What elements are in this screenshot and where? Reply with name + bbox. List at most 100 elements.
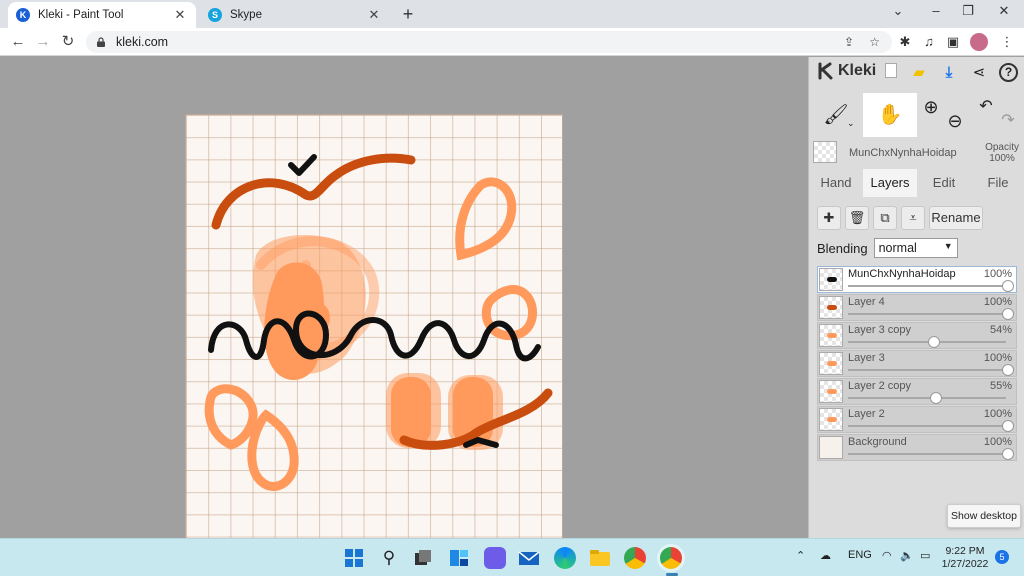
new-image-icon[interactable] bbox=[881, 63, 901, 83]
forward-icon[interactable]: → bbox=[33, 32, 53, 52]
merge-layer-button[interactable]: ⩡ bbox=[901, 206, 925, 230]
maximize-icon[interactable]: ❐ bbox=[958, 3, 978, 19]
download-icon[interactable]: ⤓ bbox=[939, 63, 959, 83]
close-icon[interactable]: ✕ bbox=[366, 7, 382, 23]
layer-name: Layer 2 bbox=[848, 408, 885, 420]
layer-opacity-knob[interactable] bbox=[928, 336, 941, 348]
reload-icon[interactable]: ↻ bbox=[58, 32, 78, 52]
add-layer-button[interactable]: ✚ bbox=[817, 206, 841, 230]
onedrive-icon[interactable]: ☁ bbox=[820, 549, 831, 562]
battery-icon[interactable]: ▭ bbox=[920, 549, 930, 562]
file-explorer-icon[interactable] bbox=[589, 547, 611, 569]
share-icon[interactable]: ⋖ bbox=[969, 63, 989, 83]
chrome-icon[interactable] bbox=[624, 547, 646, 569]
window-close-icon[interactable]: ✕ bbox=[994, 3, 1014, 19]
url-text: kleki.com bbox=[116, 35, 169, 49]
extensions-icon[interactable]: ✱ bbox=[896, 33, 914, 51]
tab-skype[interactable]: S Skype ✕ bbox=[200, 2, 390, 28]
notification-badge[interactable]: 5 bbox=[995, 550, 1009, 564]
current-layer-name: MunChxNynhaHoidap bbox=[849, 147, 957, 159]
tab-file[interactable]: File bbox=[971, 169, 1024, 197]
profile-avatar[interactable] bbox=[970, 33, 988, 51]
merge-down-icon: ⩡ bbox=[909, 210, 917, 225]
layer-opacity-knob[interactable] bbox=[1002, 420, 1014, 432]
back-icon[interactable]: ← bbox=[8, 32, 28, 52]
redo-icon[interactable]: ↷ bbox=[997, 93, 1019, 137]
duplicate-icon: ⧉ bbox=[880, 210, 890, 225]
layer-row[interactable]: Layer 3 copy 54% bbox=[817, 322, 1017, 349]
layers-list: MunChxNynhaHoidap 100% Layer 4 100% Layer 3 … bbox=[817, 266, 1017, 462]
tab-layers[interactable]: Layers bbox=[863, 169, 917, 197]
widgets-icon[interactable] bbox=[448, 547, 470, 569]
tab-edit[interactable]: Edit bbox=[917, 169, 971, 197]
layer-opacity-knob[interactable] bbox=[930, 392, 942, 404]
rename-layer-button[interactable]: Rename bbox=[929, 206, 983, 230]
layer-opacity-slider[interactable] bbox=[848, 313, 1006, 315]
help-icon[interactable]: ? bbox=[999, 63, 1018, 82]
url-input[interactable]: kleki.com ⇪ ☆ bbox=[86, 31, 892, 53]
wifi-icon[interactable]: ◠ bbox=[882, 549, 892, 562]
delete-layer-button[interactable]: 🗑 bbox=[845, 206, 869, 230]
layer-opacity-slider[interactable] bbox=[848, 397, 1006, 399]
layer-row[interactable]: Background 100% bbox=[817, 434, 1017, 461]
layer-opacity-slider[interactable] bbox=[848, 285, 1006, 287]
layer-thumbnail bbox=[819, 408, 843, 431]
search-icon[interactable]: ⚲ bbox=[378, 547, 400, 569]
minimize-icon[interactable]: – bbox=[926, 3, 946, 18]
tab-title: Kleki - Paint Tool bbox=[38, 9, 124, 21]
language-indicator[interactable]: ENG bbox=[848, 549, 872, 561]
layer-opacity-slider[interactable] bbox=[848, 425, 1006, 427]
canvas-workspace[interactable] bbox=[0, 57, 808, 548]
side-panel-icon[interactable]: ▣ bbox=[944, 33, 962, 51]
layer-opacity-slider[interactable] bbox=[848, 453, 1006, 455]
share-icon[interactable]: ⇪ bbox=[844, 31, 854, 53]
layer-opacity-slider[interactable] bbox=[848, 341, 1006, 343]
tab-kleki[interactable]: K Kleki - Paint Tool ✕ bbox=[8, 2, 196, 28]
menu-icon[interactable]: ⋮ bbox=[998, 33, 1016, 51]
clock[interactable]: 9:22 PM 1/27/2022 bbox=[940, 545, 990, 571]
open-folder-icon[interactable]: ▰ bbox=[909, 63, 929, 83]
layer-row[interactable]: MunChxNynhaHoidap 100% bbox=[817, 266, 1017, 293]
layer-row[interactable]: Layer 2 100% bbox=[817, 406, 1017, 433]
layer-name: Layer 2 copy bbox=[848, 380, 911, 392]
chrome-profile-icon[interactable] bbox=[660, 547, 682, 569]
zoom-out-icon[interactable]: ⊖ bbox=[943, 93, 967, 137]
media-icon[interactable]: ♫ bbox=[920, 33, 938, 51]
lock-icon bbox=[97, 37, 105, 47]
close-icon[interactable]: ✕ bbox=[172, 7, 188, 23]
drawing-canvas[interactable] bbox=[185, 114, 563, 548]
tab-search-icon[interactable]: ⌄ bbox=[888, 3, 908, 19]
mail-icon[interactable] bbox=[518, 547, 540, 569]
task-view-icon[interactable] bbox=[412, 547, 434, 569]
layer-opacity-knob[interactable] bbox=[1002, 308, 1014, 320]
undo-icon[interactable]: ↶ bbox=[975, 93, 997, 137]
layer-opacity-knob[interactable] bbox=[1002, 364, 1014, 376]
layer-opacity-knob[interactable] bbox=[1002, 448, 1014, 460]
tab-hand[interactable]: Hand bbox=[809, 169, 863, 197]
star-icon[interactable]: ☆ bbox=[869, 31, 880, 53]
layer-name: MunChxNynhaHoidap bbox=[848, 268, 956, 280]
brush-tool-button[interactable]: 🖌 ⌄ bbox=[809, 93, 863, 137]
blending-select[interactable]: normal ▼ bbox=[873, 238, 958, 258]
layer-opacity-slider[interactable] bbox=[848, 369, 1006, 371]
layer-opacity-knob[interactable] bbox=[1002, 280, 1014, 292]
chevron-up-icon[interactable]: ⌃ bbox=[796, 549, 805, 562]
teams-chat-icon[interactable] bbox=[484, 547, 506, 569]
hand-tool-button[interactable]: ✋ bbox=[863, 93, 917, 137]
edge-icon[interactable] bbox=[554, 547, 576, 569]
layer-row[interactable]: Layer 4 100% bbox=[817, 294, 1017, 321]
kleki-side-panel: Kleki ▰ ⤓ ⋖ ? 🖌 ⌄ ✋ ⊕ ⊖ ↶ ↷ MunChxNynhaH… bbox=[808, 57, 1024, 538]
panel-tabs: Hand Layers Edit File bbox=[809, 169, 1024, 197]
layer-thumbnail bbox=[819, 268, 843, 291]
zoom-in-icon[interactable]: ⊕ bbox=[919, 93, 943, 137]
layer-name: Layer 3 copy bbox=[848, 324, 911, 336]
layer-row[interactable]: Layer 2 copy 55% bbox=[817, 378, 1017, 405]
start-icon[interactable] bbox=[343, 547, 365, 569]
new-tab-button[interactable]: + bbox=[398, 4, 418, 25]
duplicate-layer-button[interactable]: ⧉ bbox=[873, 206, 897, 230]
layer-row[interactable]: Layer 3 100% bbox=[817, 350, 1017, 377]
layer-opacity: 55% bbox=[989, 380, 1012, 392]
kleki-logo-icon bbox=[818, 62, 833, 80]
volume-icon[interactable]: 🔈 bbox=[900, 549, 914, 562]
tool-row: 🖌 ⌄ ✋ ⊕ ⊖ ↶ ↷ bbox=[809, 93, 1024, 137]
